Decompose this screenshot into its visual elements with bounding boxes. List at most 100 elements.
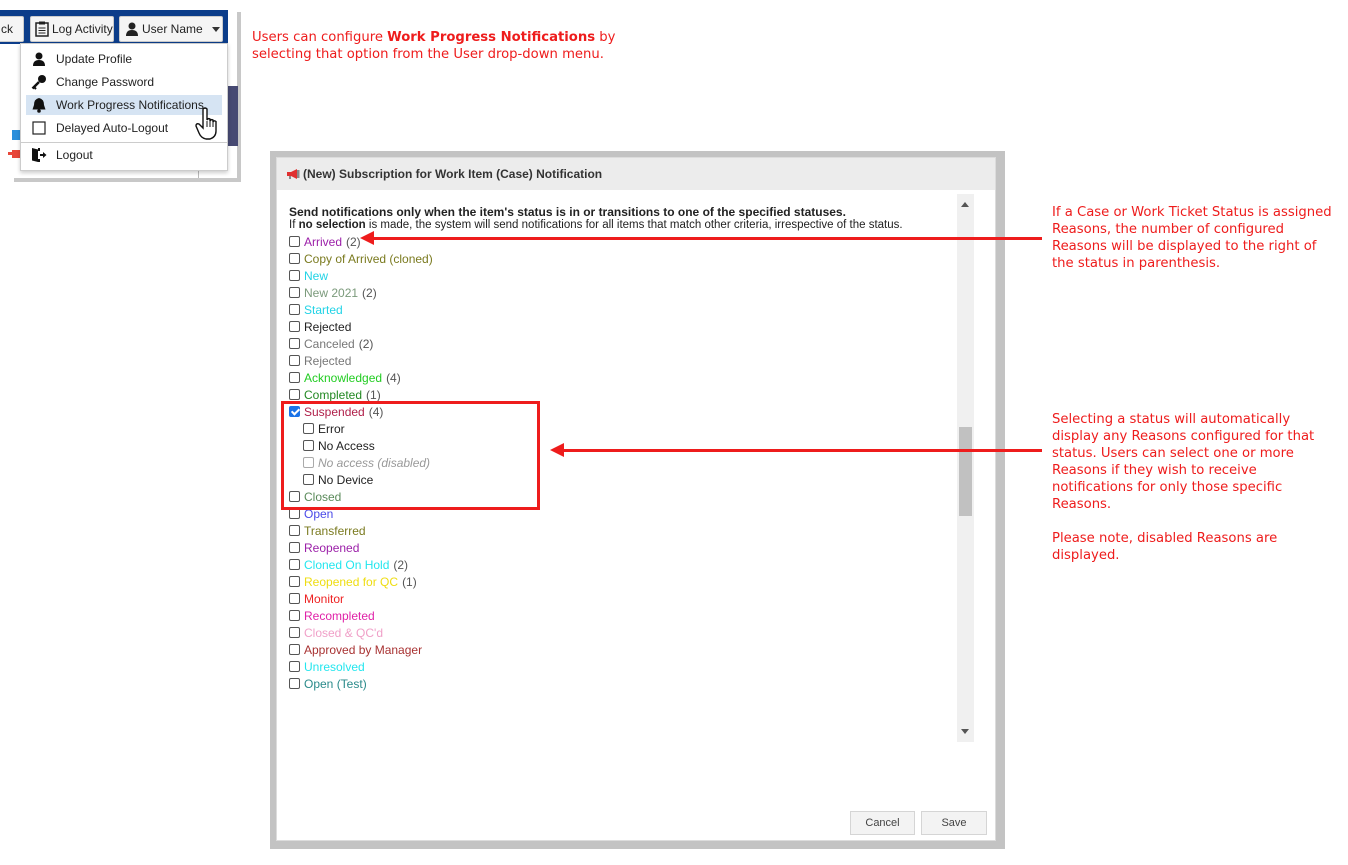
status-label[interactable]: Transferred <box>304 524 366 538</box>
status-label[interactable]: New 2021 <box>304 286 358 300</box>
status-label[interactable]: Canceled <box>304 337 355 351</box>
menu-item-label: Work Progress Notifications <box>56 98 204 112</box>
status-label[interactable]: Closed & QC'd <box>304 626 383 640</box>
status-checkbox[interactable] <box>289 559 300 570</box>
clipboard-icon <box>35 21 49 37</box>
instructions-text-part: is made, the system will send notificati… <box>365 219 903 231</box>
menu-item-update-profile[interactable]: Update Profile <box>26 49 222 69</box>
logout-icon <box>28 147 50 163</box>
scroll-down-icon[interactable] <box>961 729 969 734</box>
status-checkbox[interactable] <box>289 287 300 298</box>
status-label[interactable]: Started <box>304 303 343 317</box>
status-option[interactable]: Rejected <box>289 318 949 335</box>
status-option[interactable]: New 2021 (2) <box>289 284 949 301</box>
reason-count: (2) <box>358 336 374 351</box>
status-checkbox[interactable] <box>289 644 300 655</box>
status-label[interactable]: Monitor <box>304 592 344 606</box>
status-label[interactable]: Copy of Arrived (cloned) <box>304 252 433 266</box>
status-option[interactable]: Cloned On Hold (2) <box>289 556 949 573</box>
menu-item-logout[interactable]: Logout <box>26 145 222 165</box>
status-option[interactable]: Arrived (2) <box>289 233 949 250</box>
save-button[interactable]: Save <box>921 811 987 835</box>
status-option[interactable]: Monitor <box>289 590 949 607</box>
status-checkbox[interactable] <box>289 253 300 264</box>
status-checkbox[interactable] <box>289 372 300 383</box>
menu-item-label: Delayed Auto-Logout <box>56 121 169 135</box>
status-option[interactable]: New <box>289 267 949 284</box>
log-activity-label: Log Activity <box>52 22 113 36</box>
status-checkbox[interactable] <box>289 236 300 247</box>
reason-count: (2) <box>393 557 409 572</box>
status-label[interactable]: Rejected <box>304 320 351 334</box>
cancel-button[interactable]: Cancel <box>850 811 915 835</box>
status-checkbox[interactable] <box>289 355 300 366</box>
status-label[interactable]: Unresolved <box>304 660 365 674</box>
annotation-reason-count: If a Case or Work Ticket Status is assig… <box>1052 205 1332 271</box>
status-label[interactable]: Arrived <box>304 235 342 249</box>
scrollbar-thumb[interactable] <box>959 427 972 516</box>
status-option[interactable]: Transferred <box>289 522 949 539</box>
status-option[interactable]: Rejected <box>289 352 949 369</box>
annotation-arrow-line <box>564 449 1042 452</box>
menu-item-delayed-auto-logout[interactable]: Delayed Auto-Logout <box>26 118 222 138</box>
annotation-reasons: Selecting a status will automatically di… <box>1052 411 1337 564</box>
status-option[interactable]: Closed & QC'd <box>289 624 949 641</box>
back-button[interactable]: ck <box>0 16 24 42</box>
back-button-label: ck <box>1 22 13 36</box>
instructions-text: If no selection is made, the system will… <box>289 219 949 232</box>
menu-item-label: Logout <box>56 148 93 162</box>
menu-item-label: Update Profile <box>56 52 133 66</box>
status-checkbox[interactable] <box>289 321 300 332</box>
status-checkbox[interactable] <box>289 304 300 315</box>
status-option[interactable]: Reopened for QC (1) <box>289 573 949 590</box>
status-checkbox[interactable] <box>289 542 300 553</box>
status-checkbox[interactable] <box>289 661 300 672</box>
menu-item-work-progress-notifications[interactable]: Work Progress Notifications <box>26 95 222 115</box>
status-option[interactable]: Reopened <box>289 539 949 556</box>
status-option[interactable]: Canceled (2) <box>289 335 949 352</box>
status-checkbox[interactable] <box>289 338 300 349</box>
status-label[interactable]: Acknowledged <box>304 371 382 385</box>
checkbox-icon <box>28 121 50 135</box>
status-checkbox[interactable] <box>289 678 300 689</box>
status-option[interactable]: Approved by Manager <box>289 641 949 658</box>
status-checkbox[interactable] <box>289 610 300 621</box>
menu-item-change-password[interactable]: Change Password <box>26 72 222 92</box>
reason-count: (4) <box>386 370 401 385</box>
status-checkbox[interactable] <box>289 576 300 587</box>
scrollbar[interactable] <box>957 194 974 742</box>
status-checkbox[interactable] <box>289 627 300 638</box>
reason-count: (1) <box>366 387 381 402</box>
status-label[interactable]: Reopened for QC <box>304 575 398 589</box>
status-label[interactable]: Open (Test) <box>304 677 367 691</box>
app-shadow <box>14 178 241 182</box>
status-label[interactable]: Cloned On Hold <box>304 558 389 572</box>
scroll-up-icon[interactable] <box>961 202 969 207</box>
reason-count: (1) <box>402 574 417 589</box>
status-option[interactable]: Started <box>289 301 949 318</box>
status-label[interactable]: Recompleted <box>304 609 375 623</box>
user-icon <box>28 52 50 66</box>
status-option[interactable]: Recompleted <box>289 607 949 624</box>
status-label[interactable]: Rejected <box>304 354 351 368</box>
hand-pointer-cursor-icon <box>195 107 217 140</box>
status-label[interactable]: Approved by Manager <box>304 643 422 657</box>
log-activity-button[interactable]: Log Activity <box>30 16 114 42</box>
status-option[interactable]: Acknowledged (4) <box>289 369 949 386</box>
user-menu-label: User Name <box>142 22 203 36</box>
user-icon <box>126 22 138 36</box>
key-icon <box>28 74 50 90</box>
status-label[interactable]: Completed <box>304 388 362 402</box>
megaphone-icon <box>286 168 300 180</box>
status-checkbox[interactable] <box>289 525 300 536</box>
status-checkbox[interactable] <box>289 389 300 400</box>
status-label[interactable]: Reopened <box>304 541 359 555</box>
status-option[interactable]: Copy of Arrived (cloned) <box>289 250 949 267</box>
status-label[interactable]: New <box>304 269 328 283</box>
user-menu-button[interactable]: User Name <box>119 16 223 42</box>
status-checkbox[interactable] <box>289 270 300 281</box>
status-checkbox[interactable] <box>289 593 300 604</box>
status-option[interactable]: Open (Test) <box>289 675 949 692</box>
app-panel-strip <box>228 86 238 146</box>
status-option[interactable]: Unresolved <box>289 658 949 675</box>
